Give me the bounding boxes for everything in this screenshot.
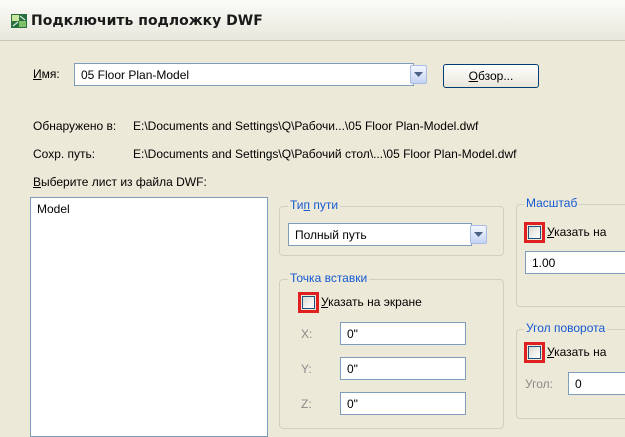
scale-title: Масштаб xyxy=(524,196,580,210)
scale-input[interactable]: 1.00 xyxy=(525,251,625,274)
scale-specify-checkbox[interactable] xyxy=(528,226,541,239)
window-title: Подключить подложку DWF xyxy=(31,13,263,29)
z-input[interactable]: 0" xyxy=(340,392,466,415)
x-input[interactable]: 0" xyxy=(340,322,466,345)
name-dropdown-button[interactable] xyxy=(410,65,427,84)
sheet-list-label: Выберите лист из файла DWF: xyxy=(33,175,207,189)
y-input[interactable]: 0" xyxy=(340,357,466,380)
name-value: 05 Floor Plan-Model xyxy=(81,68,190,82)
x-label: X: xyxy=(301,327,313,341)
saved-path-label: Сохр. путь: xyxy=(33,147,96,161)
insertion-specify-label: Указать на экране xyxy=(321,295,422,309)
x-value: 0" xyxy=(347,327,358,341)
y-value: 0" xyxy=(347,362,358,376)
z-value: 0" xyxy=(347,397,358,411)
path-type-select[interactable]: Полный путь xyxy=(288,223,472,246)
insertion-point-title: Точка вставки xyxy=(288,271,370,285)
rotation-specify-checkbox[interactable] xyxy=(528,346,541,359)
angle-label: Угол: xyxy=(525,377,553,391)
saved-path-value: E:\Documents and Settings\Q\Рабочий стол… xyxy=(133,147,517,161)
chevron-down-icon xyxy=(414,72,423,77)
angle-input[interactable]: 0 xyxy=(568,372,625,395)
rotation-specify-label: Указать на xyxy=(547,345,607,359)
rotation-title: Угол поворота xyxy=(524,321,608,335)
found-in-path: E:\Documents and Settings\Q\Рабочи...\05… xyxy=(133,119,479,133)
name-select[interactable]: 05 Floor Plan-Model xyxy=(74,63,414,86)
browse-button[interactable]: Обзор... xyxy=(443,64,539,88)
angle-value: 0 xyxy=(575,377,582,391)
found-in-label: Обнаружено в: xyxy=(33,119,117,133)
path-type-value: Полный путь xyxy=(295,228,367,242)
path-type-title: Тип пути xyxy=(288,198,341,212)
sheet-listbox[interactable]: Model xyxy=(30,197,268,437)
scale-value: 1.00 xyxy=(532,256,556,270)
dwf-app-icon xyxy=(11,14,27,28)
list-item[interactable]: Model xyxy=(37,202,70,216)
browse-label: Обзор... xyxy=(468,69,514,83)
title-bar[interactable]: Подключить подложку DWF xyxy=(0,0,625,41)
z-label: Z: xyxy=(301,397,312,411)
path-type-dropdown-button[interactable] xyxy=(470,225,487,244)
name-label: Имя: xyxy=(33,67,60,81)
insertion-specify-checkbox[interactable] xyxy=(302,296,315,309)
chevron-down-icon xyxy=(474,232,483,237)
scale-specify-label: Указать на xyxy=(547,225,607,239)
y-label: Y: xyxy=(301,362,312,376)
